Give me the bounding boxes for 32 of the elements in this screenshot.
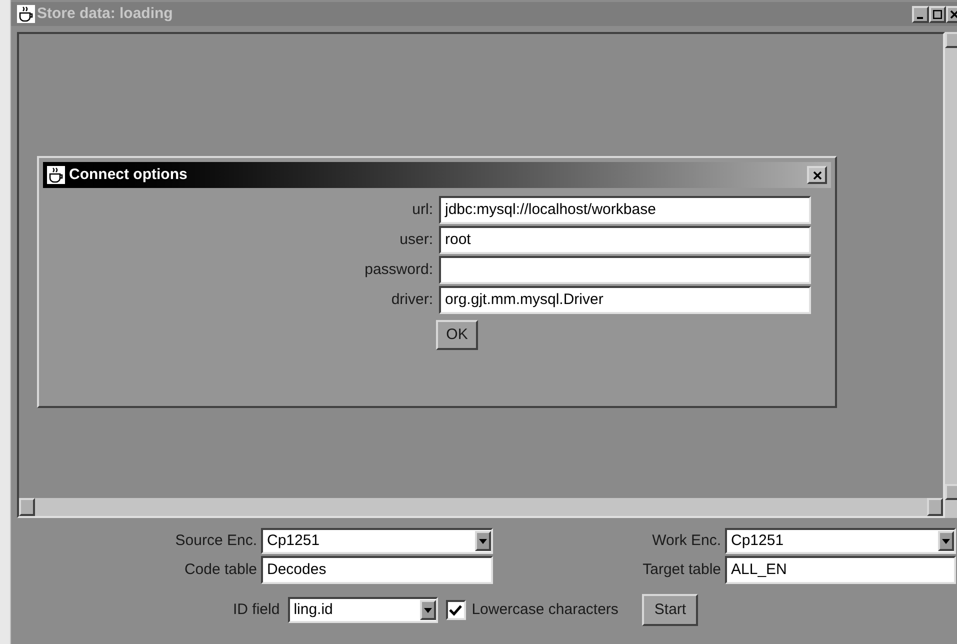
field-label: user: (400, 230, 433, 250)
field-label: Code table (184, 560, 257, 580)
vertical-scrollbar[interactable] (945, 32, 957, 518)
id-field-dropdown[interactable]: ling.id (288, 597, 438, 623)
check-icon (449, 604, 462, 616)
close-icon[interactable] (807, 166, 827, 184)
text-field[interactable] (439, 256, 811, 284)
field-label: Work Enc. (652, 530, 721, 551)
text-field[interactable]: jdbc:mysql://localhost/workbase (439, 196, 811, 224)
field-label: Target table (642, 560, 721, 580)
field-label: driver: (391, 290, 433, 310)
start-button[interactable]: Start (642, 594, 698, 626)
window-title: Store data: loading (37, 4, 174, 24)
maximize-icon[interactable] (929, 6, 946, 22)
text-field[interactable]: root (439, 226, 811, 254)
target-table-field[interactable]: ALL_EN (725, 556, 956, 584)
dialog-title: Connect options (69, 164, 188, 185)
source-encoding-dropdown[interactable]: Cp1251 (261, 528, 493, 554)
field-label: ID field (233, 600, 280, 620)
text-field[interactable]: org.gjt.mm.mysql.Driver (439, 286, 811, 314)
horizontal-scrollbar[interactable] (19, 498, 943, 516)
app-icon (17, 5, 35, 23)
field-label: password: (364, 260, 433, 280)
dialog-icon (47, 166, 65, 184)
code-table-field[interactable]: Decodes (261, 556, 493, 584)
minimize-icon[interactable] (912, 6, 929, 22)
checkbox[interactable] (446, 600, 466, 620)
field-label: url: (412, 200, 433, 220)
checkbox-label: Lowercase characters (472, 600, 618, 620)
work-encoding-dropdown[interactable]: Cp1251 (725, 528, 956, 554)
field-label: Source Enc. (175, 530, 257, 551)
ok-button[interactable]: OK (436, 320, 478, 350)
